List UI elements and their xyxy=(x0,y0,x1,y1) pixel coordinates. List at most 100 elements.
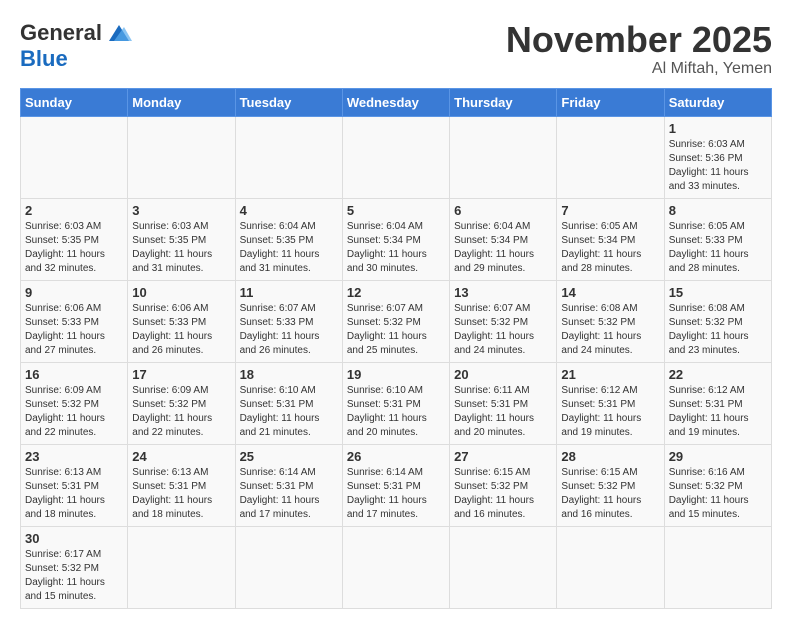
calendar-cell xyxy=(557,116,664,198)
calendar-cell xyxy=(450,116,557,198)
day-info: Sunrise: 6:04 AM Sunset: 5:35 PM Dayligh… xyxy=(240,220,338,276)
day-info: Sunrise: 6:12 AM Sunset: 5:31 PM Dayligh… xyxy=(669,384,767,440)
day-info: Sunrise: 6:03 AM Sunset: 5:35 PM Dayligh… xyxy=(25,220,123,276)
calendar-cell: 4 Sunrise: 6:04 AM Sunset: 5:35 PM Daylig… xyxy=(235,198,342,280)
calendar-cell: 9 Sunrise: 6:06 AM Sunset: 5:33 PM Daylig… xyxy=(21,280,128,362)
calendar-week-row: 9 Sunrise: 6:06 AM Sunset: 5:33 PM Daylig… xyxy=(21,280,772,362)
calendar-week-row: 2 Sunrise: 6:03 AM Sunset: 5:35 PM Daylig… xyxy=(21,198,772,280)
calendar-cell xyxy=(557,526,664,608)
calendar-cell: 6 Sunrise: 6:04 AM Sunset: 5:34 PM Daylig… xyxy=(450,198,557,280)
day-info: Sunrise: 6:04 AM Sunset: 5:34 PM Dayligh… xyxy=(454,220,552,276)
calendar-cell: 14 Sunrise: 6:08 AM Sunset: 5:32 PM Dayli… xyxy=(557,280,664,362)
day-number: 21 xyxy=(561,367,659,382)
calendar-cell xyxy=(450,526,557,608)
day-number: 18 xyxy=(240,367,338,382)
day-number: 9 xyxy=(25,285,123,300)
calendar-cell: 29 Sunrise: 6:16 AM Sunset: 5:32 PM Dayli… xyxy=(664,444,771,526)
day-info: Sunrise: 6:05 AM Sunset: 5:33 PM Dayligh… xyxy=(669,220,767,276)
day-number: 25 xyxy=(240,449,338,464)
calendar-cell xyxy=(342,526,449,608)
calendar-cell: 1 Sunrise: 6:03 AM Sunset: 5:36 PM Daylig… xyxy=(664,116,771,198)
day-number: 1 xyxy=(669,121,767,136)
day-info: Sunrise: 6:07 AM Sunset: 5:32 PM Dayligh… xyxy=(454,302,552,358)
day-info: Sunrise: 6:10 AM Sunset: 5:31 PM Dayligh… xyxy=(240,384,338,440)
calendar-cell: 24 Sunrise: 6:13 AM Sunset: 5:31 PM Dayli… xyxy=(128,444,235,526)
calendar-week-row: 23 Sunrise: 6:13 AM Sunset: 5:31 PM Dayli… xyxy=(21,444,772,526)
logo-general-text: General xyxy=(20,20,102,46)
day-number: 14 xyxy=(561,285,659,300)
calendar-header-cell: Tuesday xyxy=(235,88,342,116)
calendar-week-row: 16 Sunrise: 6:09 AM Sunset: 5:32 PM Dayli… xyxy=(21,362,772,444)
calendar-cell: 8 Sunrise: 6:05 AM Sunset: 5:33 PM Daylig… xyxy=(664,198,771,280)
calendar-week-row: 30Sunrise: 6:17 AM Sunset: 5:32 PM Dayli… xyxy=(21,526,772,608)
day-number: 4 xyxy=(240,203,338,218)
calendar-cell xyxy=(235,116,342,198)
day-info: Sunrise: 6:10 AM Sunset: 5:31 PM Dayligh… xyxy=(347,384,445,440)
calendar-cell: 7 Sunrise: 6:05 AM Sunset: 5:34 PM Daylig… xyxy=(557,198,664,280)
day-number: 22 xyxy=(669,367,767,382)
day-info: Sunrise: 6:13 AM Sunset: 5:31 PM Dayligh… xyxy=(132,466,230,522)
calendar-cell xyxy=(128,526,235,608)
calendar-cell: 30Sunrise: 6:17 AM Sunset: 5:32 PM Dayli… xyxy=(21,526,128,608)
day-number: 10 xyxy=(132,285,230,300)
day-info: Sunrise: 6:05 AM Sunset: 5:34 PM Dayligh… xyxy=(561,220,659,276)
calendar-cell xyxy=(664,526,771,608)
title-block: November 2025 Al Miftah, Yemen xyxy=(506,20,772,78)
calendar-cell: 15Sunrise: 6:08 AM Sunset: 5:32 PM Dayli… xyxy=(664,280,771,362)
calendar-cell: 22 Sunrise: 6:12 AM Sunset: 5:31 PM Dayli… xyxy=(664,362,771,444)
day-number: 6 xyxy=(454,203,552,218)
day-info: Sunrise: 6:03 AM Sunset: 5:36 PM Dayligh… xyxy=(669,138,767,194)
calendar-cell: 23Sunrise: 6:13 AM Sunset: 5:31 PM Dayli… xyxy=(21,444,128,526)
day-info: Sunrise: 6:16 AM Sunset: 5:32 PM Dayligh… xyxy=(669,466,767,522)
day-number: 29 xyxy=(669,449,767,464)
day-number: 28 xyxy=(561,449,659,464)
calendar-cell: 28 Sunrise: 6:15 AM Sunset: 5:32 PM Dayli… xyxy=(557,444,664,526)
calendar-cell: 25Sunrise: 6:14 AM Sunset: 5:31 PM Dayli… xyxy=(235,444,342,526)
logo: General Blue xyxy=(20,20,134,72)
day-info: Sunrise: 6:08 AM Sunset: 5:32 PM Dayligh… xyxy=(561,302,659,358)
day-number: 30 xyxy=(25,531,123,546)
calendar-cell: 26 Sunrise: 6:14 AM Sunset: 5:31 PM Dayli… xyxy=(342,444,449,526)
day-info: Sunrise: 6:08 AM Sunset: 5:32 PM Dayligh… xyxy=(669,302,767,358)
location: Al Miftah, Yemen xyxy=(506,60,772,78)
calendar-cell xyxy=(21,116,128,198)
day-number: 8 xyxy=(669,203,767,218)
day-info: Sunrise: 6:15 AM Sunset: 5:32 PM Dayligh… xyxy=(561,466,659,522)
day-info: Sunrise: 6:06 AM Sunset: 5:33 PM Dayligh… xyxy=(132,302,230,358)
calendar-header-cell: Sunday xyxy=(21,88,128,116)
calendar-cell: 13 Sunrise: 6:07 AM Sunset: 5:32 PM Dayli… xyxy=(450,280,557,362)
calendar-cell: 3Sunrise: 6:03 AM Sunset: 5:35 PM Daylig… xyxy=(128,198,235,280)
calendar-cell: 17Sunrise: 6:09 AM Sunset: 5:32 PM Dayli… xyxy=(128,362,235,444)
day-info: Sunrise: 6:07 AM Sunset: 5:33 PM Dayligh… xyxy=(240,302,338,358)
calendar-week-row: 1 Sunrise: 6:03 AM Sunset: 5:36 PM Daylig… xyxy=(21,116,772,198)
logo-icon xyxy=(104,21,134,45)
calendar-header-cell: Monday xyxy=(128,88,235,116)
page-header: General Blue November 2025 Al Miftah, Ye… xyxy=(20,20,772,78)
calendar-header-cell: Saturday xyxy=(664,88,771,116)
day-number: 16 xyxy=(25,367,123,382)
day-number: 23 xyxy=(25,449,123,464)
calendar-cell xyxy=(128,116,235,198)
day-info: Sunrise: 6:09 AM Sunset: 5:32 PM Dayligh… xyxy=(25,384,123,440)
day-number: 7 xyxy=(561,203,659,218)
logo-blue-text: Blue xyxy=(20,46,68,72)
calendar-body: 1 Sunrise: 6:03 AM Sunset: 5:36 PM Daylig… xyxy=(21,116,772,608)
day-number: 26 xyxy=(347,449,445,464)
day-number: 20 xyxy=(454,367,552,382)
day-info: Sunrise: 6:07 AM Sunset: 5:32 PM Dayligh… xyxy=(347,302,445,358)
day-number: 27 xyxy=(454,449,552,464)
day-info: Sunrise: 6:06 AM Sunset: 5:33 PM Dayligh… xyxy=(25,302,123,358)
calendar-cell xyxy=(235,526,342,608)
day-number: 13 xyxy=(454,285,552,300)
day-info: Sunrise: 6:14 AM Sunset: 5:31 PM Dayligh… xyxy=(347,466,445,522)
day-number: 2 xyxy=(25,203,123,218)
calendar-cell: 2 Sunrise: 6:03 AM Sunset: 5:35 PM Daylig… xyxy=(21,198,128,280)
calendar-cell: 27Sunrise: 6:15 AM Sunset: 5:32 PM Dayli… xyxy=(450,444,557,526)
day-number: 24 xyxy=(132,449,230,464)
calendar-cell: 21Sunrise: 6:12 AM Sunset: 5:31 PM Dayli… xyxy=(557,362,664,444)
day-number: 19 xyxy=(347,367,445,382)
day-number: 3 xyxy=(132,203,230,218)
calendar-table: SundayMondayTuesdayWednesdayThursdayFrid… xyxy=(20,88,772,609)
calendar-cell: 10 Sunrise: 6:06 AM Sunset: 5:33 PM Dayli… xyxy=(128,280,235,362)
calendar-header-cell: Wednesday xyxy=(342,88,449,116)
